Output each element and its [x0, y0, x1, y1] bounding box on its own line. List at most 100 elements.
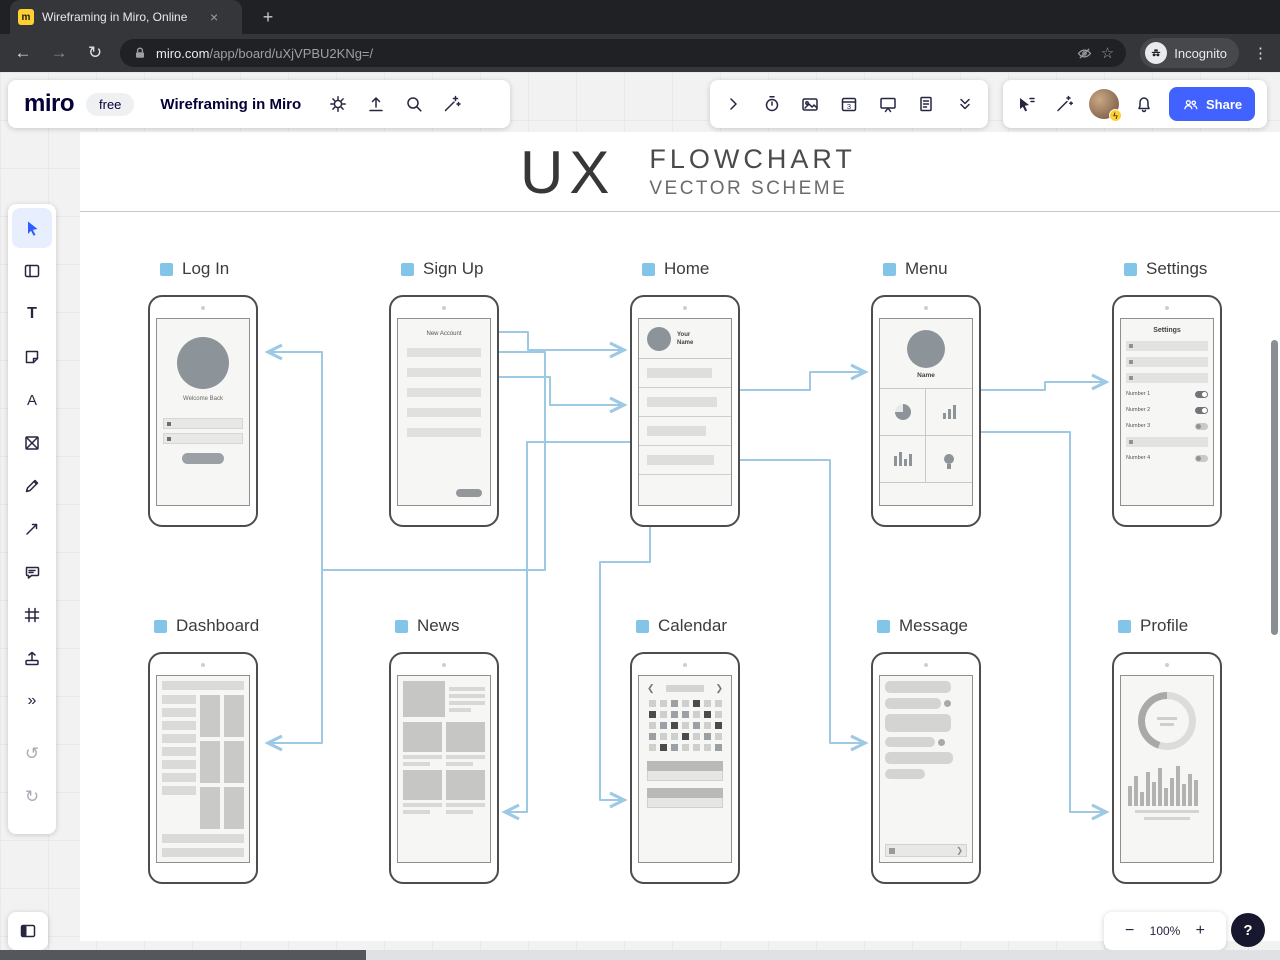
toggle-on: [1195, 406, 1208, 414]
notifications-bell-icon[interactable]: [1131, 91, 1157, 117]
phone-frame: [1112, 652, 1222, 884]
label-bullet: [395, 619, 408, 633]
label-bullet: [1124, 262, 1137, 276]
donut-chart-sketch: [1138, 692, 1196, 750]
undo-button[interactable]: ↺: [12, 734, 52, 774]
wireframe-signup[interactable]: Sign Up New Account: [389, 259, 499, 527]
wireframe-menu[interactable]: Menu Name: [871, 259, 981, 527]
phone-frame: ❮ ❯: [630, 652, 740, 884]
horizontal-scrollbar[interactable]: [0, 950, 366, 960]
address-bar[interactable]: miro.com/app/board/uXjVPBU2KNg=/ ☆: [120, 39, 1127, 67]
magic-wand-icon[interactable]: [439, 91, 465, 117]
label-bullet: [401, 262, 414, 276]
browser-menu-icon[interactable]: ⋮: [1253, 44, 1268, 62]
screen-label-dashboard: Dashboard: [176, 616, 260, 635]
screen-label-message: Message: [899, 616, 968, 635]
share-button[interactable]: Share: [1169, 87, 1256, 121]
tab-strip: m Wireframing in Miro, Online × +: [0, 0, 1280, 34]
incognito-badge: Incognito: [1140, 38, 1239, 68]
vertical-scrollbar[interactable]: [1271, 340, 1278, 635]
phone-frame: New Account: [389, 295, 499, 527]
expand-icon[interactable]: [720, 91, 746, 117]
label-bullet: [877, 619, 890, 633]
upgrade-bolt-icon: ϟ: [1109, 109, 1122, 122]
pie-chart-icon: [894, 404, 911, 420]
reload-button[interactable]: ↻: [84, 43, 106, 63]
phone-frame: Welcome Back: [148, 295, 258, 527]
follow-cursor-icon[interactable]: [1013, 91, 1039, 117]
upload-tool[interactable]: [12, 638, 52, 678]
toggle-on: [1195, 390, 1208, 398]
sticky-note-tool[interactable]: [12, 337, 52, 377]
incognito-icon: [1145, 42, 1168, 64]
frames-panel-button[interactable]: [8, 912, 48, 950]
board-title[interactable]: Wireframing in Miro: [160, 96, 301, 113]
phone-frame: [148, 652, 258, 884]
toggle-off: [1195, 422, 1208, 430]
search-icon[interactable]: [401, 91, 427, 117]
text-tool[interactable]: T: [12, 294, 52, 334]
label-bullet: [160, 262, 173, 276]
wireframe-profile[interactable]: Profile: [1112, 616, 1222, 884]
miro-favicon-icon: m: [18, 9, 34, 25]
help-button[interactable]: ?: [1231, 913, 1265, 947]
pen-tool[interactable]: [12, 466, 52, 506]
label-bullet: [642, 262, 655, 276]
wireframe-login[interactable]: Log In Welcome Back: [148, 259, 258, 527]
frame-image-icon[interactable]: [797, 91, 823, 117]
redo-button[interactable]: ↻: [12, 777, 52, 817]
forward-button[interactable]: →: [48, 43, 70, 63]
calendar-icon[interactable]: 3: [836, 91, 862, 117]
screen-label-profile: Profile: [1140, 616, 1189, 635]
more-tools[interactable]: »: [12, 681, 52, 721]
label-bullet: [636, 619, 649, 633]
zoom-level[interactable]: 100%: [1150, 924, 1181, 938]
bar-chart-sketch: [1121, 762, 1213, 806]
zoom-out-button[interactable]: −: [1123, 922, 1137, 940]
signal-bars-icon: [942, 405, 956, 419]
wireframe-settings[interactable]: Settings Settings Number 1 Number 2 Numb…: [1112, 259, 1222, 527]
wireframe-calendar[interactable]: Calendar ❮ ❯: [630, 616, 740, 884]
wireframe-news[interactable]: News: [389, 616, 499, 884]
label-bullet: [1118, 619, 1131, 633]
bookmark-star-icon[interactable]: ☆: [1101, 44, 1114, 62]
phone-frame: Your Name: [630, 295, 740, 527]
eye-off-icon[interactable]: [1076, 45, 1093, 62]
zoom-in-button[interactable]: +: [1193, 922, 1207, 940]
wireframe-dashboard[interactable]: Dashboard: [148, 616, 259, 884]
browser-tab[interactable]: m Wireframing in Miro, Online ×: [10, 0, 242, 34]
tab-close-icon[interactable]: ×: [210, 10, 218, 24]
chat-avatar-dot: [944, 700, 951, 707]
plan-badge[interactable]: free: [86, 92, 135, 116]
label-bullet: [154, 619, 167, 633]
phone-frame: ❯: [871, 652, 981, 884]
wireframe-home[interactable]: Home Your Name: [630, 259, 740, 527]
screen-label-calendar: Calendar: [658, 616, 727, 635]
signup-button-sketch: [456, 489, 482, 497]
user-avatar[interactable]: ϟ: [1089, 89, 1122, 122]
collapse-toolbar-icon[interactable]: [952, 91, 978, 117]
notes-icon[interactable]: [913, 91, 939, 117]
presentation-icon[interactable]: [875, 91, 901, 117]
horizontal-scrollbar-track: [0, 950, 1280, 960]
back-button[interactable]: ←: [12, 43, 34, 63]
connection-line-tool[interactable]: [12, 509, 52, 549]
timer-icon[interactable]: [759, 91, 785, 117]
comment-tool[interactable]: [12, 552, 52, 592]
board-canvas[interactable]: UX FLOWCHART VECTOR SCHEME Log In Welcom…: [80, 132, 1280, 941]
board-settings-icon[interactable]: [325, 91, 351, 117]
shapes-tool[interactable]: A: [12, 380, 52, 420]
export-icon[interactable]: [363, 91, 389, 117]
frame-tool[interactable]: [12, 595, 52, 635]
laser-pointer-icon[interactable]: [1051, 91, 1077, 117]
select-tool[interactable]: [12, 208, 52, 248]
toggle-off: [1195, 454, 1208, 462]
templates-tool[interactable]: [12, 251, 52, 291]
new-tab-button[interactable]: +: [256, 5, 280, 29]
lock-icon: [136, 47, 144, 58]
board-tools-panel: 3: [710, 80, 988, 128]
wireframe-message[interactable]: Message ❯: [871, 616, 981, 884]
media-tool[interactable]: [12, 423, 52, 463]
miro-logo[interactable]: miro: [24, 90, 75, 118]
phone-frame: [389, 652, 499, 884]
